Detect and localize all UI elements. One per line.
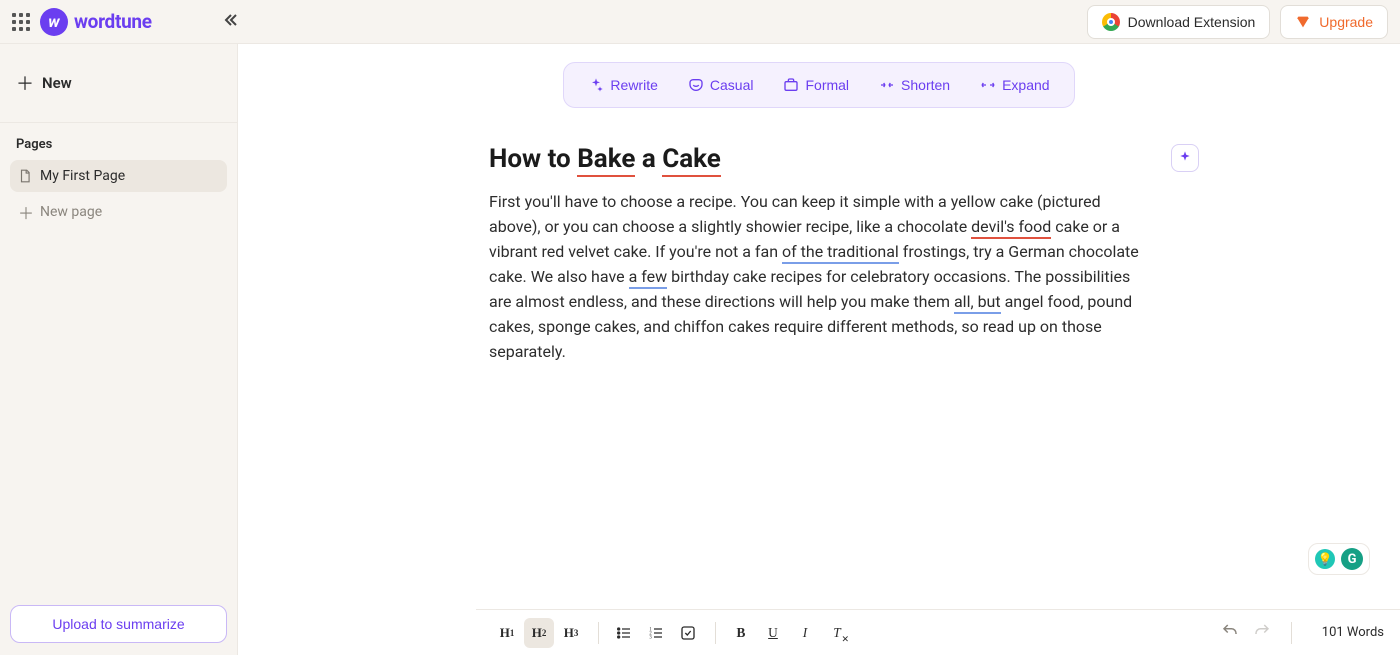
brand-text: wordtune xyxy=(74,10,152,33)
plus-icon: ＋ xyxy=(18,200,32,224)
divider xyxy=(1291,622,1292,644)
divider xyxy=(598,622,599,644)
expand-label: Expand xyxy=(1002,77,1049,93)
pages-section-label: Pages xyxy=(10,137,227,160)
formal-label: Formal xyxy=(805,77,849,93)
spellcheck-underline[interactable]: devil's food xyxy=(971,217,1051,239)
grammar-underline[interactable]: a few xyxy=(629,267,668,289)
rewrite-label: Rewrite xyxy=(610,77,657,93)
spellcheck-underline[interactable]: Bake xyxy=(577,144,635,177)
briefcase-icon xyxy=(783,77,799,93)
ai-suggest-button[interactable] xyxy=(1171,144,1199,172)
sidebar-divider xyxy=(0,122,237,123)
heading2-button[interactable]: H2 xyxy=(524,618,554,648)
sparkle-icon xyxy=(1177,150,1193,166)
assistant-float[interactable]: 💡 G xyxy=(1308,543,1370,575)
underline-button[interactable]: U xyxy=(758,618,788,648)
collapse-sidebar-button[interactable] xyxy=(222,12,238,32)
formal-button[interactable]: Formal xyxy=(773,71,859,99)
upgrade-button[interactable]: Upgrade xyxy=(1280,5,1388,39)
casual-label: Casual xyxy=(710,77,754,93)
diamond-icon xyxy=(1295,14,1311,30)
upload-to-summarize-button[interactable]: Upload to summarize xyxy=(10,605,227,643)
bold-button[interactable]: B xyxy=(726,618,756,648)
download-extension-label: Download Extension xyxy=(1128,14,1256,30)
brand-logo[interactable]: w wordtune xyxy=(40,8,152,36)
expand-button[interactable]: Expand xyxy=(970,71,1059,99)
upload-label: Upload to summarize xyxy=(52,616,184,632)
casual-button[interactable]: Casual xyxy=(678,71,764,99)
upgrade-label: Upgrade xyxy=(1319,14,1373,30)
expand-icon xyxy=(980,77,996,93)
format-bar: H1 H2 H3 123 B U I T✕ 101 Wo xyxy=(476,609,1400,655)
brand-mark-icon: w xyxy=(40,8,68,36)
document-icon xyxy=(18,169,32,183)
plus-icon: ＋ xyxy=(16,70,32,96)
grammar-underline[interactable]: all, but xyxy=(954,292,1001,314)
document-body[interactable]: First you'll have to choose a recipe. Yo… xyxy=(489,190,1149,365)
shorten-label: Shorten xyxy=(901,77,950,93)
new-page-button[interactable]: ＋ New page xyxy=(10,192,227,232)
sidebar-item-my-first-page[interactable]: My First Page xyxy=(10,160,227,192)
sidebar-item-label: My First Page xyxy=(40,168,125,184)
spellcheck-underline[interactable]: Cake xyxy=(662,144,721,177)
chrome-icon xyxy=(1102,13,1120,31)
rewrite-button[interactable]: Rewrite xyxy=(578,71,667,99)
hint-icon[interactable]: 💡 xyxy=(1315,549,1335,569)
app-launcher-icon[interactable] xyxy=(12,13,30,31)
page-title[interactable]: How to Bake a Cake xyxy=(489,144,1149,174)
redo-button[interactable] xyxy=(1249,618,1275,648)
italic-button[interactable]: I xyxy=(790,618,820,648)
svg-text:3: 3 xyxy=(649,635,652,640)
divider xyxy=(715,622,716,644)
grammarly-icon[interactable]: G xyxy=(1341,548,1363,570)
numbered-list-button[interactable]: 123 xyxy=(641,618,671,648)
numbered-list-icon: 123 xyxy=(648,625,664,641)
bullet-list-icon xyxy=(616,625,632,641)
new-button[interactable]: ＋ New xyxy=(10,62,227,104)
feature-toolbar: Rewrite Casual Formal Shorten Expand xyxy=(563,62,1074,108)
new-label: New xyxy=(42,74,72,92)
heading1-button[interactable]: H1 xyxy=(492,618,522,648)
shorten-icon xyxy=(879,77,895,93)
clear-format-button[interactable]: T✕ xyxy=(822,618,852,648)
main-area: Rewrite Casual Formal Shorten Expand xyxy=(238,44,1400,655)
sidebar: ＋ New Pages My First Page ＋ New page Upl… xyxy=(0,44,238,655)
download-extension-button[interactable]: Download Extension xyxy=(1087,5,1271,39)
document-editor[interactable]: How to Bake a Cake First you'll have to … xyxy=(469,144,1169,365)
checklist-icon xyxy=(680,625,696,641)
sparkle-icon xyxy=(588,77,604,93)
heading3-button[interactable]: H3 xyxy=(556,618,586,648)
shorten-button[interactable]: Shorten xyxy=(869,71,960,99)
word-count: 101 Words xyxy=(1322,625,1384,640)
new-page-label: New page xyxy=(40,204,102,220)
checklist-button[interactable] xyxy=(673,618,703,648)
grammar-underline[interactable]: of the traditional xyxy=(782,242,899,264)
bullet-list-button[interactable] xyxy=(609,618,639,648)
casual-icon xyxy=(688,77,704,93)
undo-button[interactable] xyxy=(1217,618,1243,648)
